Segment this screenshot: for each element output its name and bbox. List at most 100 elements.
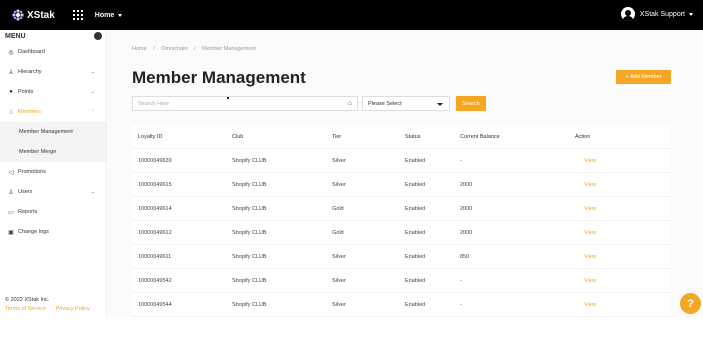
- home-dropdown[interactable]: Home: [94, 11, 123, 19]
- sidebar-item-label: Points: [18, 89, 34, 95]
- sidebar-item-label: Users: [18, 189, 33, 195]
- sidebar-item-points[interactable]: ● Points ⌄: [0, 82, 106, 102]
- action-cell: View: [575, 206, 655, 212]
- view-link[interactable]: View: [584, 278, 596, 284]
- table-row: 10000049612 Shopify CLUB Gold Enabled 2000 Vi…: [132, 221, 671, 245]
- terms-link[interactable]: Terms of Service: [5, 306, 46, 312]
- table-cell: Shopify CLUB: [232, 253, 267, 260]
- table-cell: Gold: [332, 205, 344, 212]
- search-input[interactable]: Search Here ⌂: [132, 96, 358, 111]
- help-button[interactable]: ?: [680, 293, 701, 314]
- table-cell: -: [460, 301, 462, 308]
- view-link[interactable]: View: [584, 158, 596, 164]
- table-cell: Silver: [332, 253, 346, 260]
- table-cell: Enabled: [405, 205, 426, 212]
- sidebar-item-dashboard[interactable]: ◎ Dashboard: [0, 42, 106, 62]
- table-cell: 10000049611: [138, 253, 172, 260]
- table-cell: Silver: [332, 301, 346, 308]
- chevron-down-icon: ⌄: [90, 69, 95, 75]
- table-cell: Shopify CLUB: [232, 229, 267, 236]
- xstak-logo-icon: [12, 9, 24, 21]
- add-member-button[interactable]: + Add Member: [616, 70, 671, 84]
- action-cell: View: [575, 254, 655, 260]
- table-cell: Enabled: [405, 253, 426, 260]
- filter-select[interactable]: Please Select: [362, 96, 450, 111]
- hierarchy-icon: ⅄: [9, 69, 13, 76]
- view-link[interactable]: View: [584, 182, 596, 188]
- sidebar-item-users[interactable]: ♙ Users ⌄: [0, 182, 106, 202]
- sidebar-item-label: Reports: [18, 209, 38, 215]
- sidebar-item-label: Members: [18, 109, 41, 115]
- app-grid-icon[interactable]: [72, 10, 83, 20]
- table-cell: -: [460, 277, 462, 284]
- user-menu[interactable]: XStak Support: [620, 7, 693, 21]
- members-table: Loyalty ID Club Tier Status Current Bala…: [132, 125, 671, 317]
- user-avatar-icon: [620, 7, 635, 21]
- action-cell: View: [575, 302, 655, 308]
- column-header: Action: [575, 133, 591, 140]
- action-cell: View: [575, 278, 655, 284]
- view-link[interactable]: View: [584, 230, 596, 236]
- sidebar-subitem-label: Member Merge: [19, 149, 57, 155]
- table-cell: Enabled: [405, 157, 426, 164]
- barcode-scan-icon[interactable]: ⌂: [348, 100, 352, 107]
- user-name: XStak Support: [639, 10, 685, 18]
- collapse-sidebar-button[interactable]: [94, 32, 102, 40]
- table-cell: Enabled: [405, 181, 426, 188]
- view-link[interactable]: View: [584, 302, 596, 308]
- table-cell: Silver: [332, 157, 346, 164]
- breadcrumb-home[interactable]: Home: [132, 46, 147, 52]
- table-cell: 10000049544: [138, 301, 172, 308]
- sidebar-item-change-logs[interactable]: ▣ Change logs: [0, 222, 106, 242]
- sidebar-item-label: Promotions: [18, 169, 46, 175]
- table-cell: 2000: [460, 205, 473, 212]
- sidebar-item-promotions[interactable]: ◁ Promotions: [0, 162, 106, 182]
- menu-title: MENU: [5, 32, 26, 40]
- table-cell: Shopify CLUB: [232, 181, 267, 188]
- table-cell: 850: [460, 253, 470, 260]
- menu-header: MENU: [0, 30, 106, 42]
- table-row: 10000049614 Shopify CLUB Gold Enabled 2000 Vi…: [132, 197, 671, 221]
- chevron-down-icon: [437, 103, 443, 106]
- text-cursor-indicator: [227, 97, 229, 99]
- breadcrumb-separator: /: [194, 46, 196, 52]
- table-cell: Enabled: [405, 229, 426, 236]
- dashboard-icon: ◎: [8, 49, 14, 56]
- view-link[interactable]: View: [584, 254, 596, 260]
- sidebar-item-hierarchy[interactable]: ⅄ Hierarchy ⌄: [0, 62, 106, 82]
- table-cell: -: [460, 157, 462, 164]
- sidebar-subitem-member-merge[interactable]: Member Merge: [0, 142, 106, 162]
- table-cell: 2000: [460, 229, 473, 236]
- table-cell: Enabled: [405, 301, 426, 308]
- breadcrumb-omnichain[interactable]: Omnichain: [161, 46, 187, 52]
- table-row: 10000049544 Shopify CLUB Silver Enabled - Vie…: [132, 293, 671, 317]
- table-cell: Shopify CLUB: [232, 301, 267, 308]
- sidebar-subitem-member-management[interactable]: Member Management: [0, 122, 106, 142]
- privacy-link[interactable]: Privacy Policy: [56, 306, 90, 312]
- members-icon: ♙: [8, 109, 14, 116]
- table-row: 10000049611 Shopify CLUB Silver Enabled 850 V…: [132, 245, 671, 269]
- copyright-text: © 2022 XStak Inc.: [5, 297, 50, 303]
- sidebar-item-reports[interactable]: ▭ Reports: [0, 202, 106, 222]
- table-row: 10000049542 Shopify CLUB Silver Enabled - Vie…: [132, 269, 671, 293]
- sidebar-item-members[interactable]: ♙ Members ⌃: [0, 102, 106, 122]
- sidebar-item-label: Change logs: [18, 229, 49, 235]
- filter-select-value: Please Select: [368, 100, 402, 107]
- table-cell: 10000049542: [138, 277, 172, 284]
- sidebar-footer: © 2022 XStak Inc. Terms of Service Priva…: [5, 297, 98, 312]
- home-dropdown-label: Home: [94, 11, 115, 19]
- promotions-icon: ◁: [8, 169, 14, 176]
- column-header: Current Balance: [460, 133, 500, 140]
- sidebar: MENU ◎ Dashboard ⅄ Hierarchy ⌄ ● Points ⌄ ♙ Membe…: [0, 30, 107, 317]
- table-row: 10000049639 Shopify CLUB Silver Enabled - Vie…: [132, 149, 671, 173]
- action-cell: View: [575, 230, 655, 236]
- table-cell: Shopify CLUB: [232, 277, 267, 284]
- table-cell: Silver: [332, 181, 346, 188]
- search-button[interactable]: Search: [456, 96, 486, 111]
- caret-down-icon: [118, 13, 123, 17]
- users-icon: ♙: [8, 189, 14, 196]
- brand-logo[interactable]: XStak: [12, 9, 55, 21]
- table-cell: Silver: [332, 277, 346, 284]
- view-link[interactable]: View: [584, 206, 596, 212]
- sidebar-item-label: Hierarchy: [18, 69, 42, 75]
